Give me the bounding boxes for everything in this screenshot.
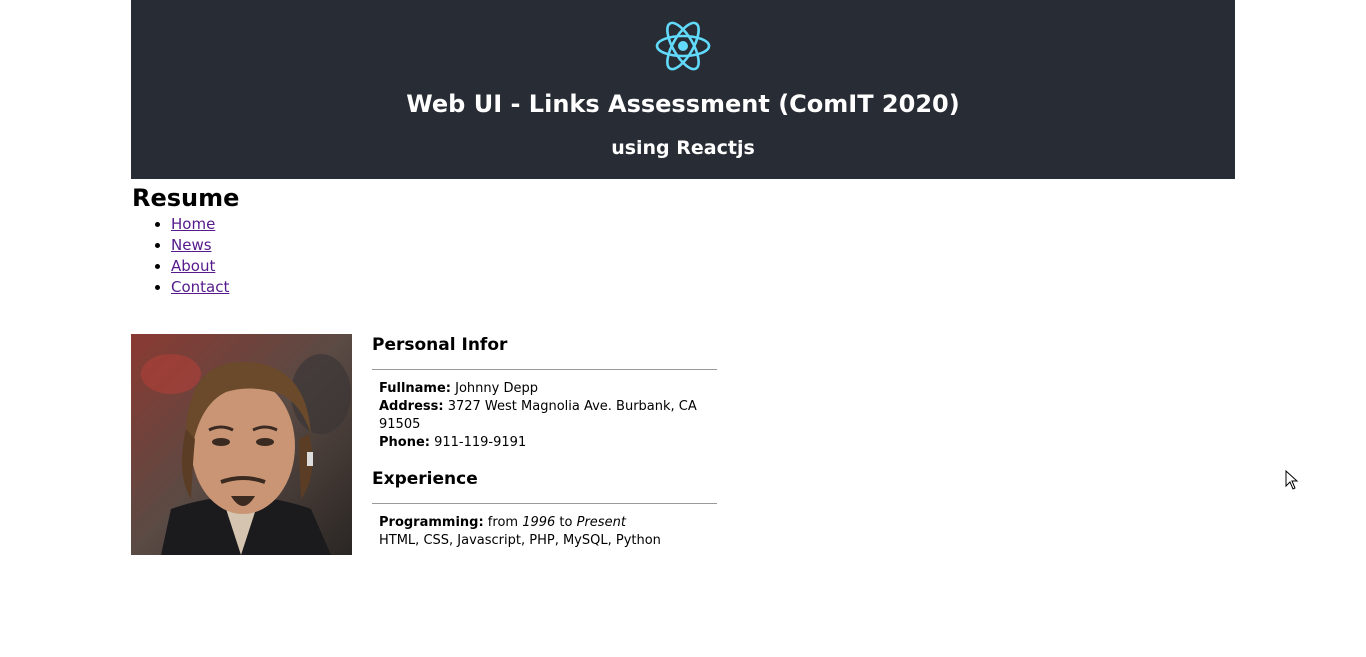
phone-row: Phone: 911-119-9191: [379, 434, 717, 452]
nav-link-news[interactable]: News: [171, 236, 212, 254]
nav-item-news: News: [171, 235, 229, 256]
fullname-label: Fullname:: [379, 381, 451, 396]
experience-details: Programming: from 1996 to Present HTML, …: [372, 514, 717, 550]
nav-link-contact[interactable]: Contact: [171, 278, 229, 296]
nav-list: Home News About Contact: [131, 214, 229, 298]
app-container: Web UI - Links Assessment (ComIT 2020) u…: [131, 0, 1235, 555]
phone-label: Phone:: [379, 435, 430, 450]
page-subtitle: using Reactjs: [611, 137, 755, 159]
programming-row: Programming: from 1996 to Present: [379, 514, 717, 532]
experience-divider: [372, 503, 717, 504]
info-panel: Personal Infor Fullname: Johnny Depp Add…: [372, 334, 717, 550]
from-year: 1996: [522, 515, 556, 530]
page-title: Web UI - Links Assessment (ComIT 2020): [406, 90, 960, 118]
profile-photo-image: [131, 334, 352, 555]
phone-value: 911-119-9191: [429, 435, 527, 450]
nav-link-about[interactable]: About: [171, 257, 215, 275]
react-atom-icon: [655, 21, 711, 71]
personal-details: Fullname: Johnny Depp Address: 3727 West…: [372, 380, 717, 452]
nav-item-about: About: [171, 256, 229, 277]
to-value: Present: [576, 515, 626, 530]
app-header: Web UI - Links Assessment (ComIT 2020) u…: [131, 0, 1235, 179]
fullname-row: Fullname: Johnny Depp: [379, 380, 717, 398]
address-label: Address:: [379, 399, 444, 414]
programming-label: Programming:: [379, 515, 484, 530]
profile-photo: [131, 334, 352, 555]
address-row: Address: 3727 West Magnolia Ave. Burbank…: [379, 398, 717, 434]
personal-info-title: Personal Infor: [372, 335, 508, 355]
to-word: to: [555, 515, 577, 530]
personal-divider: [372, 369, 717, 370]
fullname-value: Johnny Depp: [451, 381, 538, 396]
skills-list: HTML, CSS, Javascript, PHP, MySQL, Pytho…: [379, 533, 661, 548]
from-word: from: [483, 515, 523, 530]
nav-item-home: Home: [171, 214, 229, 235]
resume-heading: Resume: [132, 184, 240, 212]
nav-link-home[interactable]: Home: [171, 215, 215, 233]
nav-item-contact: Contact: [171, 277, 229, 298]
mouse-cursor-icon: [1285, 470, 1299, 490]
experience-title: Experience: [372, 469, 478, 489]
